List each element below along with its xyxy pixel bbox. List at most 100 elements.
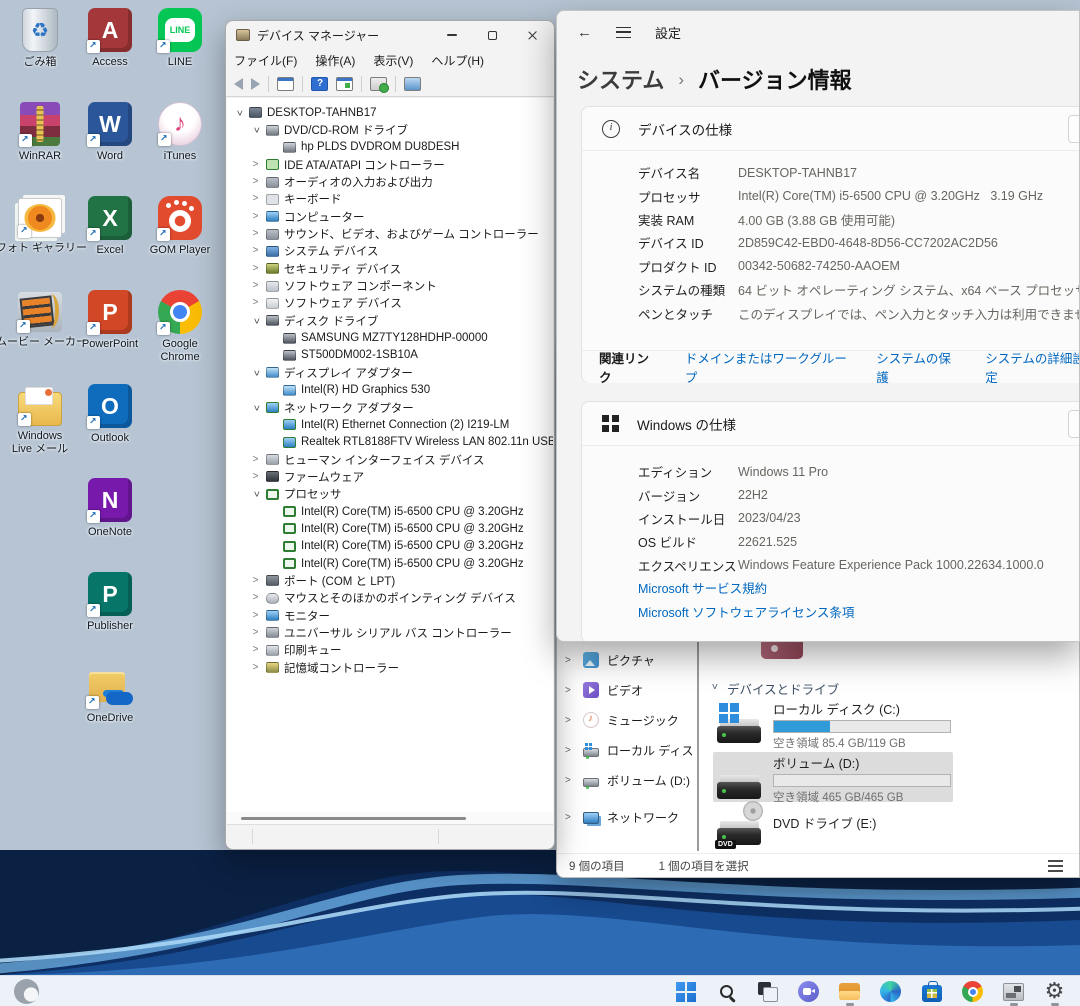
- chevron-right-icon[interactable]: >: [250, 455, 261, 465]
- menu-item[interactable]: ファイル(F): [234, 52, 297, 69]
- chevron-down-icon[interactable]: >: [251, 315, 261, 326]
- tree-item[interactable]: >DESKTOP-TAHNB17: [227, 104, 553, 121]
- desktop-icon-photo-gallery[interactable]: フォト ギャラリー: [8, 196, 72, 255]
- copy-button[interactable]: [1068, 115, 1080, 143]
- sidebar-item-drive-sys[interactable]: >ローカル ディスク (: [565, 736, 695, 764]
- menu-item[interactable]: ヘルプ(H): [431, 52, 484, 69]
- back-button[interactable]: ←: [577, 24, 592, 41]
- chevron-right-icon[interactable]: >: [250, 472, 261, 482]
- microsoft-link[interactable]: Microsoft サービス規約: [638, 578, 854, 597]
- tree-item[interactable]: >プロセッサ: [227, 486, 553, 503]
- tree-item[interactable]: >hp PLDS DVDROM DU8DESH: [227, 139, 553, 156]
- desktop-icon-onedrive[interactable]: OneDrive: [78, 666, 142, 725]
- tree-item[interactable]: >DVD/CD-ROM ドライブ: [227, 121, 553, 138]
- related-link[interactable]: システムの保護: [876, 348, 959, 386]
- taskbar-icon-chat[interactable]: [795, 977, 822, 1006]
- tree-item[interactable]: >ディスプレイ アダプター: [227, 364, 553, 381]
- pane-divider[interactable]: [697, 637, 699, 851]
- taskbar-icon-edge[interactable]: [877, 977, 904, 1006]
- device-manager-titlebar[interactable]: デバイス マネージャー: [226, 21, 554, 49]
- chevron-right-icon[interactable]: >: [250, 663, 261, 673]
- chevron-down-icon[interactable]: >: [251, 489, 261, 500]
- taskbar-icon-store[interactable]: [918, 977, 945, 1006]
- remote-desktop-icon[interactable]: [404, 77, 421, 91]
- horizontal-scrollbar[interactable]: [227, 812, 553, 824]
- chevron-right-icon[interactable]: >: [250, 212, 261, 222]
- chevron-down-icon[interactable]: >: [251, 125, 261, 136]
- taskbar-icon-search[interactable]: [713, 977, 740, 1006]
- chevron-right-icon[interactable]: >: [250, 246, 261, 256]
- tree-item[interactable]: >Intel(R) Core(TM) i5-6500 CPU @ 3.20GHz: [227, 555, 553, 572]
- devices-and-drives-group-header[interactable]: > デバイスとドライブ: [709, 679, 839, 698]
- desktop-icon-movie-maker[interactable]: ムービー メーカー: [8, 290, 72, 349]
- sidebar-item-music[interactable]: >ミュージック: [565, 706, 695, 734]
- scan-hardware-icon[interactable]: [370, 77, 387, 91]
- tree-item[interactable]: >SAMSUNG MZ7TY128HDHP-00000: [227, 329, 553, 346]
- chevron-right-icon[interactable]: >: [250, 576, 261, 586]
- chevron-right-icon[interactable]: >: [250, 177, 261, 187]
- related-link[interactable]: システムの詳細設定: [985, 348, 1080, 386]
- sidebar-item-drive[interactable]: >ボリューム (D:): [565, 766, 695, 794]
- details-view-icon[interactable]: [1048, 860, 1063, 872]
- chevron-right-icon[interactable]: >: [565, 715, 575, 726]
- related-link[interactable]: ドメインまたはワークグループ: [685, 348, 850, 386]
- tree-item[interactable]: >Intel(R) Core(TM) i5-6500 CPU @ 3.20GHz: [227, 538, 553, 555]
- tree-item[interactable]: >印刷キュー: [227, 642, 553, 659]
- tree-item[interactable]: >Intel(R) Ethernet Connection (2) I219-L…: [227, 416, 553, 433]
- chevron-right-icon[interactable]: >: [250, 194, 261, 204]
- close-button[interactable]: [512, 21, 552, 49]
- tree-item[interactable]: >ヒューマン インターフェイス デバイス: [227, 451, 553, 468]
- settings-titlebar[interactable]: ← 設定: [557, 11, 1079, 53]
- tree-item[interactable]: >ST500DM002-1SB10A: [227, 347, 553, 364]
- forward-icon[interactable]: [251, 78, 260, 90]
- chevron-right-icon[interactable]: >: [250, 160, 261, 170]
- microsoft-link[interactable]: Microsoft ソフトウェアライセンス条項: [638, 602, 854, 621]
- drive-icon-data[interactable]: [717, 759, 763, 799]
- chevron-right-icon[interactable]: >: [250, 593, 261, 603]
- tree-item[interactable]: >ユニバーサル シリアル バス コントローラー: [227, 624, 553, 641]
- drive-icon-system[interactable]: [717, 703, 763, 743]
- console-window-icon[interactable]: [277, 77, 294, 91]
- desktop-icon-outlook[interactable]: OOutlook: [78, 384, 142, 445]
- tree-item[interactable]: >IDE ATA/ATAPI コントローラー: [227, 156, 553, 173]
- desktop-icon-line[interactable]: LINELINE: [148, 8, 212, 69]
- sidebar-item-pictures[interactable]: >ピクチャ: [565, 646, 695, 674]
- taskbar-icon-task-view[interactable]: [754, 977, 781, 1006]
- desktop-icon-winrar[interactable]: WinRAR: [8, 102, 72, 163]
- action-console-icon[interactable]: [336, 77, 353, 91]
- maximize-button[interactable]: [472, 21, 512, 49]
- tree-item[interactable]: >キーボード: [227, 191, 553, 208]
- chevron-down-icon[interactable]: >: [251, 367, 261, 378]
- chevron-right-icon[interactable]: >: [250, 229, 261, 239]
- chevron-right-icon[interactable]: >: [565, 745, 575, 756]
- tree-item[interactable]: >モニター: [227, 607, 553, 624]
- desktop-icon-excel[interactable]: XExcel: [78, 196, 142, 257]
- tree-item[interactable]: >記憶域コントローラー: [227, 659, 553, 676]
- chevron-right-icon[interactable]: >: [250, 281, 261, 291]
- chevron-right-icon[interactable]: >: [250, 264, 261, 274]
- tree-item[interactable]: >システム デバイス: [227, 243, 553, 260]
- tree-item[interactable]: >ポート (COM と LPT): [227, 572, 553, 589]
- desktop-icon-gom-player[interactable]: GOM Player: [148, 196, 212, 257]
- taskbar-icon-file-explorer[interactable]: [836, 977, 863, 1006]
- chevron-right-icon[interactable]: >: [250, 628, 261, 638]
- tree-item[interactable]: >Intel(R) Core(TM) i5-6500 CPU @ 3.20GHz: [227, 520, 553, 537]
- tree-item[interactable]: >ネットワーク アダプター: [227, 399, 553, 416]
- desktop-icon-publisher[interactable]: PPublisher: [78, 572, 142, 633]
- drive-name[interactable]: ローカル ディスク (C:): [773, 699, 900, 718]
- chevron-right-icon[interactable]: >: [565, 655, 575, 666]
- chevron-right-icon[interactable]: >: [250, 645, 261, 655]
- drive-name[interactable]: DVD ドライブ (E:): [773, 813, 876, 832]
- help-icon[interactable]: [311, 77, 328, 91]
- menu-item[interactable]: 操作(A): [315, 52, 355, 69]
- chevron-right-icon[interactable]: >: [565, 812, 575, 823]
- tree-item[interactable]: >ソフトウェア コンポーネント: [227, 277, 553, 294]
- tree-item[interactable]: >Intel(R) HD Graphics 530: [227, 382, 553, 399]
- tree-item[interactable]: >ソフトウェア デバイス: [227, 295, 553, 312]
- scrollbar-thumb[interactable]: [241, 817, 466, 820]
- weather-widget-icon[interactable]: [14, 979, 39, 1004]
- desktop-icon-google-chrome[interactable]: Google Chrome: [148, 290, 212, 363]
- chevron-right-icon[interactable]: >: [250, 611, 261, 621]
- desktop-icon-windows-live-mail[interactable]: Windows Live メール: [8, 384, 72, 455]
- tree-item[interactable]: >Realtek RTL8188FTV Wireless LAN 802.11n…: [227, 434, 553, 451]
